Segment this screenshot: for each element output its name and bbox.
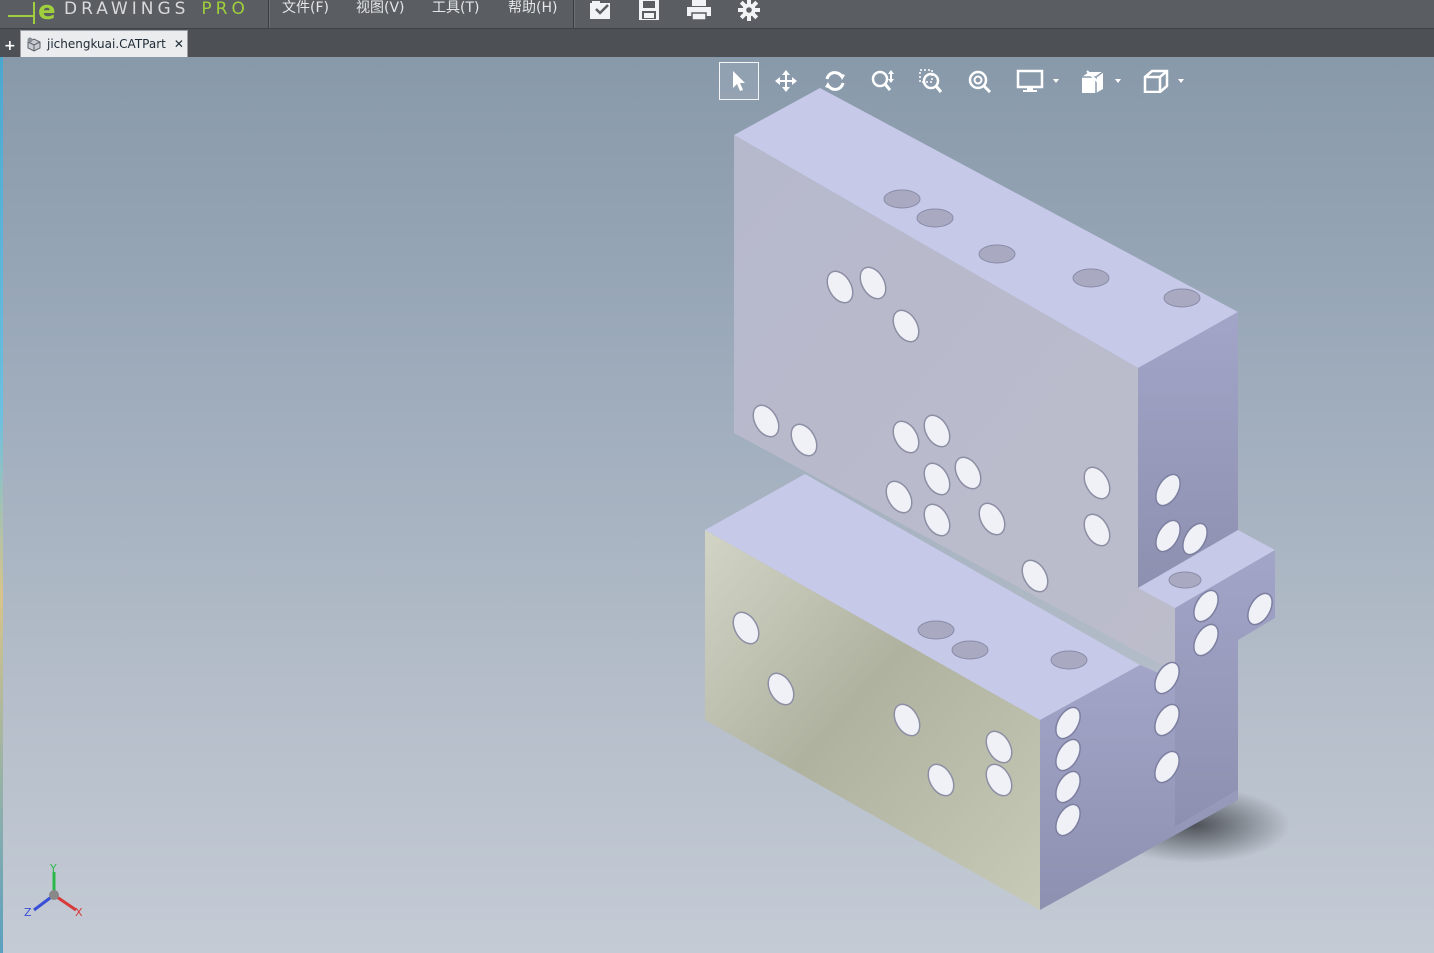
part-model[interactable]: Y X Z: [3, 57, 1434, 953]
zoom-window-icon: [919, 69, 943, 93]
part-file-icon: [27, 37, 41, 52]
edrawings-logo: e DRAWINGS PRO: [8, 0, 249, 26]
settings-gear-icon: [738, 0, 760, 21]
z-axis-label: Z: [24, 906, 32, 919]
tab-label: jichengkuai.CATPart: [47, 37, 166, 51]
title-menu-bar: e DRAWINGS PRO 文件(F) 视图(V) 工具(T) 帮助(H): [0, 0, 1434, 29]
menu-file[interactable]: 文件(F): [282, 0, 329, 17]
menu-tools[interactable]: 工具(T): [432, 0, 479, 17]
print-icon: [687, 0, 711, 21]
tab-jichengkuai[interactable]: jichengkuai.CATPart ✕: [20, 30, 188, 57]
open-file-icon: [590, 1, 610, 19]
add-tab-button[interactable]: +: [4, 38, 16, 54]
edrawings-e-mark-icon: e: [8, 0, 58, 26]
menu-help[interactable]: 帮助(H): [508, 0, 557, 17]
zoom-to-fit-button[interactable]: [960, 62, 1000, 100]
select-button[interactable]: [719, 62, 759, 100]
section-view-icon: [1082, 70, 1121, 93]
x-axis-label: X: [75, 906, 83, 919]
pan-button[interactable]: [766, 62, 806, 100]
tab-close-icon[interactable]: ✕: [174, 37, 184, 51]
zoom-button[interactable]: [863, 62, 903, 100]
logo-pro-text: PRO: [201, 0, 249, 19]
rotate-icon: [825, 71, 845, 91]
axis-triad: Y X Z: [24, 862, 83, 919]
pan-icon: [775, 70, 797, 92]
zoom-fit-icon: [968, 70, 992, 93]
open-file-button[interactable]: [586, 0, 614, 24]
menu-separator: [268, 0, 270, 28]
menu-view[interactable]: 视图(V): [356, 0, 405, 17]
standard-views-icon: [1143, 69, 1184, 93]
display-style-icon: [1016, 69, 1059, 92]
save-button[interactable]: [635, 0, 663, 24]
3d-viewport[interactable]: Y X Z: [3, 57, 1434, 953]
svg-text:e: e: [38, 0, 56, 24]
section-view-button[interactable]: [1073, 62, 1127, 100]
logo-text: DRAWINGS: [64, 0, 190, 19]
rotate-button[interactable]: [815, 62, 855, 100]
display-style-button[interactable]: [1011, 62, 1065, 100]
standard-views-button[interactable]: [1136, 62, 1190, 100]
toolbar-separator: [573, 0, 575, 28]
save-icon: [639, 0, 659, 20]
settings-button[interactable]: [735, 0, 763, 24]
zoom-window-button[interactable]: [912, 62, 952, 100]
y-axis-label: Y: [49, 862, 57, 875]
zoom-icon: [871, 70, 894, 91]
select-arrow-icon: [733, 71, 745, 91]
print-button[interactable]: [685, 0, 713, 24]
document-tab-bar: [0, 29, 1434, 57]
